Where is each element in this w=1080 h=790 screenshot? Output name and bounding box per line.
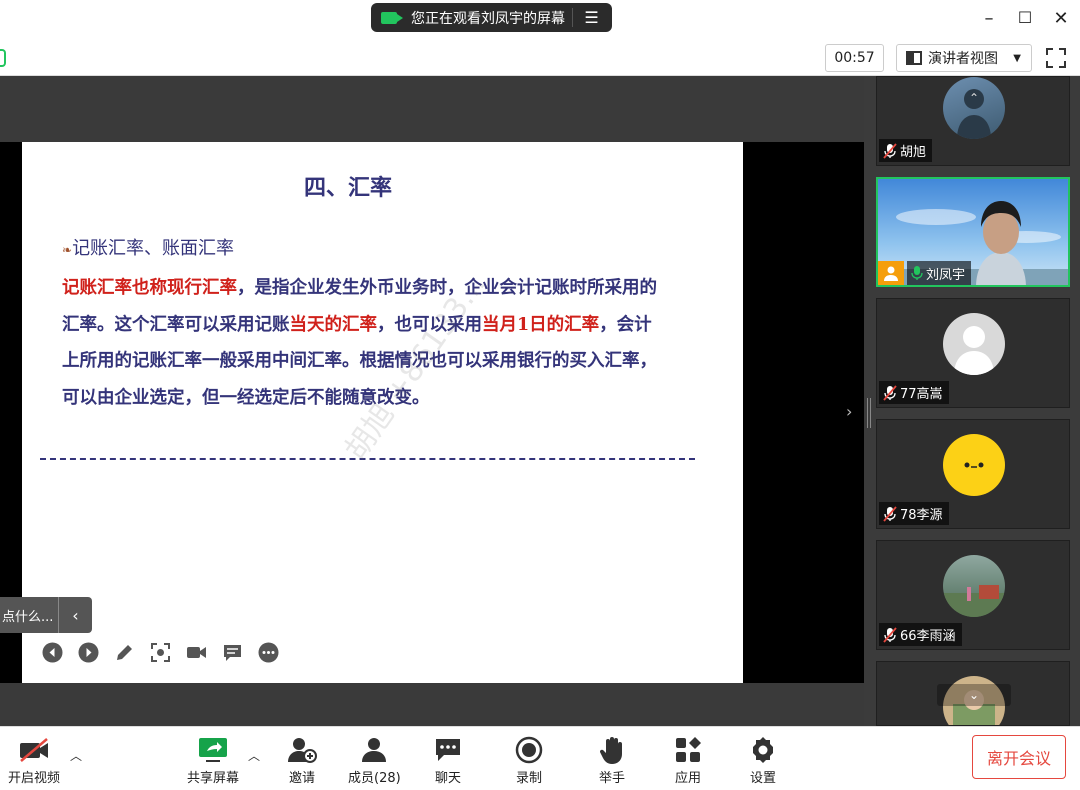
- apps-button[interactable]: 应用: [674, 735, 702, 786]
- record-label: 录制: [515, 771, 542, 786]
- more-options-icon[interactable]: [258, 642, 279, 663]
- focus-icon[interactable]: [150, 642, 171, 663]
- meeting-timer: 00:57: [825, 44, 884, 72]
- avatar: [943, 555, 1005, 617]
- chevron-down-icon[interactable]: ⌄: [937, 684, 1011, 706]
- bottom-toolbar: 开启视频 ︿ 共享屏幕 ︿ 邀请 成员(28) 聊天 录制 举手 应用 设置 离…: [0, 726, 1080, 790]
- slide-subtitle-text: 记账汇率、账面汇率: [72, 238, 235, 259]
- next-slide-icon[interactable]: [78, 642, 99, 663]
- chevron-up-icon[interactable]: ︿: [70, 747, 82, 764]
- share-screen-label: 共享屏幕: [187, 771, 240, 786]
- presentation-slide: 四、汇率 ❧记账汇率、账面汇率 记账汇率也称现行汇率，是指企业发生外币业务时，企…: [22, 142, 743, 683]
- settings-button[interactable]: 设置: [749, 735, 777, 786]
- start-video-label: 开启视频: [8, 771, 61, 786]
- screen-share-banner[interactable]: 您正在观看刘凤宇的屏幕 ☰: [371, 3, 612, 32]
- bullet-icon: ❧: [62, 243, 73, 257]
- floating-tip-text: 点什么...: [2, 609, 54, 625]
- avatar: [943, 313, 1005, 375]
- panel-collapse-handle[interactable]: ›: [846, 76, 876, 726]
- slide-title: 四、汇率: [303, 175, 392, 201]
- minimize-button[interactable]: –: [978, 8, 1000, 29]
- record-button[interactable]: 录制: [515, 735, 543, 786]
- mic-muted-icon: [883, 142, 897, 159]
- invite-icon: [287, 735, 317, 765]
- apps-label: 应用: [674, 771, 701, 786]
- participant-tile[interactable]: ⌄: [876, 661, 1070, 726]
- participant-name-tag: 66李雨涵: [879, 623, 962, 646]
- members-icon: [359, 735, 389, 765]
- participant-name-tag: 胡旭: [879, 139, 933, 162]
- slide-body-segment: 当月1日的汇率: [482, 314, 600, 335]
- mic-active-icon: [911, 266, 923, 280]
- video-camera-icon[interactable]: [186, 642, 207, 663]
- hand-icon: [600, 735, 624, 765]
- start-video-button[interactable]: 开启视频: [8, 735, 60, 786]
- speaker-view-icon: [906, 51, 922, 65]
- participant-name-tag: 77高嵩: [879, 381, 949, 404]
- security-indicator-icon[interactable]: [0, 49, 6, 67]
- share-screen-button[interactable]: 共享屏幕: [187, 735, 239, 786]
- camera-icon: [381, 11, 403, 24]
- chevron-up-icon[interactable]: ⌃: [969, 91, 979, 105]
- mic-muted-icon: [883, 626, 897, 643]
- participant-tile-active[interactable]: 刘凤宇: [876, 177, 1070, 287]
- meeting-toolbar: 00:57 演讲者视图 ▼: [0, 40, 1080, 76]
- apps-icon: [674, 735, 702, 765]
- participant-name: 66李雨涵: [900, 629, 956, 644]
- participant-name: 胡旭: [900, 145, 927, 160]
- share-screen-icon: [198, 735, 228, 765]
- slide-subtitle: ❧记账汇率、账面汇率: [62, 234, 234, 260]
- mic-muted-icon: [883, 505, 897, 522]
- participant-tile[interactable]: 66李雨涵: [876, 540, 1070, 650]
- invite-label: 邀请: [288, 771, 315, 786]
- chevron-up-icon[interactable]: ︿: [248, 747, 260, 764]
- participant-tile[interactable]: 78李源: [876, 419, 1070, 529]
- participant-name: 77高嵩: [900, 387, 943, 402]
- avatar: [943, 434, 1005, 496]
- participant-name: 刘凤宇: [926, 267, 966, 283]
- participant-tile[interactable]: ⌃ 胡旭: [876, 76, 1070, 166]
- invite-button[interactable]: 邀请: [287, 735, 317, 786]
- floating-tip[interactable]: 点什么... ‹: [0, 597, 92, 633]
- fullscreen-icon[interactable]: [1046, 48, 1066, 68]
- pen-icon[interactable]: [114, 642, 135, 663]
- share-banner-text: 您正在观看刘凤宇的屏幕: [411, 10, 565, 27]
- chat-icon: [434, 735, 462, 765]
- slide-toolbar: [42, 642, 279, 663]
- video-off-icon: [18, 735, 50, 765]
- raise-hand-button[interactable]: 举手: [599, 735, 625, 786]
- shared-screen-stage: 四、汇率 ❧记账汇率、账面汇率 记账汇率也称现行汇率，是指企业发生外币业务时，企…: [0, 76, 864, 726]
- view-mode-label: 演讲者视图: [928, 51, 998, 67]
- chat-button[interactable]: 聊天: [434, 735, 462, 786]
- slide-body-segment: 记账汇率也称现行汇率: [62, 278, 237, 298]
- list-menu-icon[interactable]: ☰: [572, 8, 602, 27]
- participant-name-tag: 78李源: [879, 502, 949, 525]
- settings-label: 设置: [749, 771, 776, 786]
- mic-muted-icon: [883, 384, 897, 401]
- raise-hand-label: 举手: [599, 771, 626, 786]
- participant-name-tag: 刘凤宇: [878, 261, 972, 285]
- leave-meeting-button[interactable]: 离开会议: [972, 735, 1066, 779]
- maximize-button[interactable]: ☐: [1014, 8, 1036, 27]
- host-badge-icon: [878, 261, 904, 285]
- chevron-down-icon: ▼: [1013, 52, 1021, 64]
- view-mode-select[interactable]: 演讲者视图 ▼: [896, 44, 1032, 72]
- slide-body: 记账汇率也称现行汇率，是指企业发生外币业务时，企业会计记账时所采用的汇率。这个汇…: [62, 270, 662, 416]
- chat-label: 聊天: [434, 771, 461, 786]
- members-button[interactable]: 成员(28): [348, 735, 401, 786]
- participant-tile[interactable]: 77高嵩: [876, 298, 1070, 408]
- chevron-left-icon[interactable]: ‹: [58, 597, 92, 633]
- title-bar: 您正在观看刘凤宇的屏幕 ☰ – ☐ ✕: [0, 0, 1080, 40]
- close-button[interactable]: ✕: [1050, 8, 1072, 29]
- comment-icon[interactable]: [222, 642, 243, 663]
- slide-body-segment: 当天的汇率: [289, 314, 378, 335]
- meeting-window: 您正在观看刘凤宇的屏幕 ☰ – ☐ ✕ 00:57 演讲者视图 ▼ 四、汇率 ❧…: [0, 0, 1080, 790]
- record-icon: [515, 735, 543, 765]
- members-label: 成员(28): [348, 771, 401, 786]
- participant-name: 78李源: [900, 508, 943, 523]
- chevron-right-icon[interactable]: ›: [846, 402, 852, 421]
- gear-icon: [749, 735, 777, 765]
- previous-slide-icon[interactable]: [42, 642, 63, 663]
- avatar: [943, 77, 1005, 139]
